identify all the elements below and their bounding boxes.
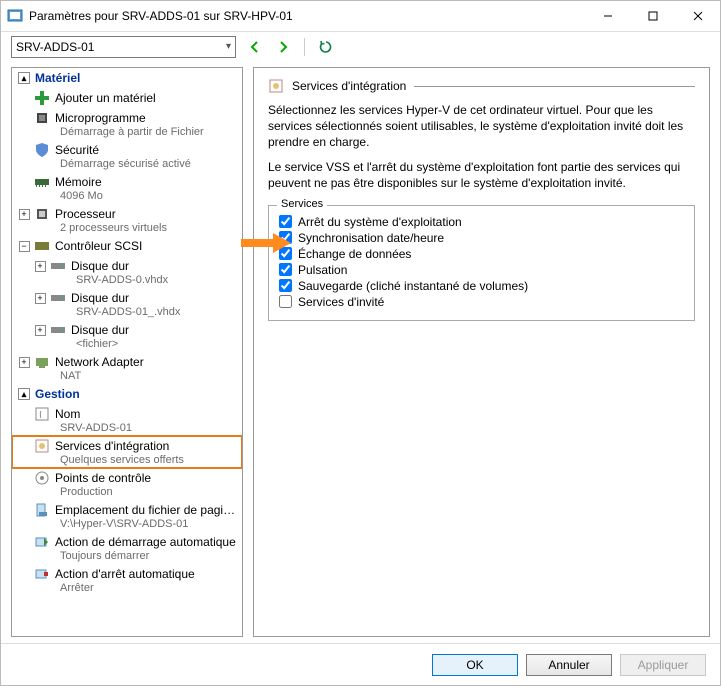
autostop-icon — [34, 566, 50, 582]
section-hardware[interactable]: ▴ Matériel — [12, 68, 242, 88]
tree-item-scsi[interactable]: − Contrôleur SCSI — [12, 236, 242, 256]
tree-item-cpu[interactable]: + Processeur 2 processeurs virtuels — [12, 204, 242, 236]
service-label: Arrêt du système d'exploitation — [298, 215, 462, 229]
disk-icon — [50, 322, 66, 338]
expand-icon[interactable]: + — [35, 261, 46, 272]
service-label: Échange de données — [298, 247, 411, 261]
disk-icon — [50, 290, 66, 306]
panel-header: Services d'intégration — [268, 78, 695, 94]
close-button[interactable] — [675, 1, 720, 31]
vm-selector-combo[interactable]: SRV-ADDS-01 ▾ — [11, 36, 236, 58]
service-label: Services d'invité — [298, 295, 384, 309]
name-icon: I — [34, 406, 50, 422]
service-label: Synchronisation date/heure — [298, 231, 444, 245]
collapse-icon[interactable]: ▴ — [18, 388, 30, 400]
tree-item-security[interactable]: Sécurité Démarrage sécurisé activé — [12, 140, 242, 172]
service-row: Synchronisation date/heure — [279, 230, 684, 246]
integration-icon — [34, 438, 50, 454]
expand-icon[interactable]: + — [35, 293, 46, 304]
tree-item-nic[interactable]: + Network Adapter NAT — [12, 352, 242, 384]
ok-button[interactable]: OK — [432, 654, 518, 676]
controller-icon — [34, 238, 50, 254]
service-row: Services d'invité — [279, 294, 684, 310]
service-row: Arrêt du système d'exploitation — [279, 214, 684, 230]
refresh-button[interactable] — [317, 38, 335, 56]
vm-selector-value: SRV-ADDS-01 — [16, 40, 94, 54]
tree-item-checkpoints[interactable]: Points de contrôle Production — [12, 468, 242, 500]
service-label: Pulsation — [298, 263, 347, 277]
collapse-icon[interactable]: − — [19, 241, 30, 252]
tree-item-firmware[interactable]: Microprogramme Démarrage à partir de Fic… — [12, 108, 242, 140]
body-split: ▴ Matériel Ajouter un matériel Microprog… — [1, 61, 720, 643]
toolbar-separator — [304, 38, 305, 56]
service-checkbox[interactable] — [279, 263, 292, 276]
tree-item-disk2[interactable]: + Disque dur SRV-ADDS-01_.vhdx — [12, 288, 242, 320]
cancel-button[interactable]: Annuler — [526, 654, 612, 676]
tree-item-memory[interactable]: Mémoire 4096 Mo — [12, 172, 242, 204]
collapse-icon[interactable]: ▴ — [18, 72, 30, 84]
detail-panel: Services d'intégration Sélectionnez les … — [253, 67, 710, 637]
tree-item-paging[interactable]: Emplacement du fichier de paginati... V:… — [12, 500, 242, 532]
panel-description-2: Le service VSS et l'arrêt du système d'e… — [268, 159, 695, 191]
tree-item-autostart[interactable]: Action de démarrage automatique Toujours… — [12, 532, 242, 564]
app-icon — [7, 8, 23, 24]
shield-icon — [34, 142, 50, 158]
nic-icon — [34, 354, 50, 370]
service-checkbox[interactable] — [279, 279, 292, 292]
paging-icon — [34, 502, 50, 518]
maximize-button[interactable] — [630, 1, 675, 31]
settings-tree[interactable]: ▴ Matériel Ajouter un matériel Microprog… — [11, 67, 243, 637]
chip-icon — [34, 110, 50, 126]
expand-icon[interactable]: + — [35, 325, 46, 336]
cpu-icon — [34, 206, 50, 222]
section-hardware-label: Matériel — [35, 71, 80, 85]
tree-item-disk1[interactable]: + Disque dur SRV-ADDS-0.vhdx — [12, 256, 242, 288]
integration-icon — [268, 78, 284, 94]
chevron-down-icon: ▾ — [226, 41, 231, 52]
service-row: Sauvegarde (cliché instantané de volumes… — [279, 278, 684, 294]
section-management-label: Gestion — [35, 387, 80, 401]
tree-item-autostop[interactable]: Action d'arrêt automatique Arrêter — [12, 564, 242, 596]
service-checkbox[interactable] — [279, 247, 292, 260]
checkpoint-icon — [34, 470, 50, 486]
tree-item-integration[interactable]: Services d'intégration Quelques services… — [12, 436, 242, 468]
disk-icon — [50, 258, 66, 274]
tree-item-name[interactable]: I Nom SRV-ADDS-01 — [12, 404, 242, 436]
header-divider — [414, 86, 695, 87]
tree-item-disk3[interactable]: + Disque dur <fichier> — [12, 320, 242, 352]
service-checkbox[interactable] — [279, 295, 292, 308]
services-legend: Services — [277, 198, 327, 210]
apply-button[interactable]: Appliquer — [620, 654, 706, 676]
nav-next-button[interactable] — [274, 38, 292, 56]
add-hardware-icon — [34, 90, 50, 106]
window-title: Paramètres pour SRV-ADDS-01 sur SRV-HPV-… — [29, 9, 585, 23]
service-checkbox[interactable] — [279, 231, 292, 244]
panel-title: Services d'intégration — [292, 79, 406, 93]
footer: OK Annuler Appliquer — [1, 643, 720, 685]
service-row: Pulsation — [279, 262, 684, 278]
toolbar: SRV-ADDS-01 ▾ — [1, 31, 720, 61]
autostart-icon — [34, 534, 50, 550]
section-management[interactable]: ▴ Gestion — [12, 384, 242, 404]
expand-icon[interactable]: + — [19, 209, 30, 220]
panel-description-1: Sélectionnez les services Hyper-V de cet… — [268, 102, 695, 151]
settings-window: Paramètres pour SRV-ADDS-01 sur SRV-HPV-… — [0, 0, 721, 686]
svg-text:I: I — [39, 410, 42, 421]
services-fieldset: Services Arrêt du système d'exploitation… — [268, 205, 695, 321]
titlebar: Paramètres pour SRV-ADDS-01 sur SRV-HPV-… — [1, 1, 720, 31]
service-checkbox[interactable] — [279, 215, 292, 228]
minimize-button[interactable] — [585, 1, 630, 31]
memory-icon — [34, 174, 50, 190]
nav-prev-button[interactable] — [246, 38, 264, 56]
service-label: Sauvegarde (cliché instantané de volumes… — [298, 279, 528, 293]
service-row: Échange de données — [279, 246, 684, 262]
tree-item-add-hardware[interactable]: Ajouter un matériel — [12, 88, 242, 108]
expand-icon[interactable]: + — [19, 357, 30, 368]
